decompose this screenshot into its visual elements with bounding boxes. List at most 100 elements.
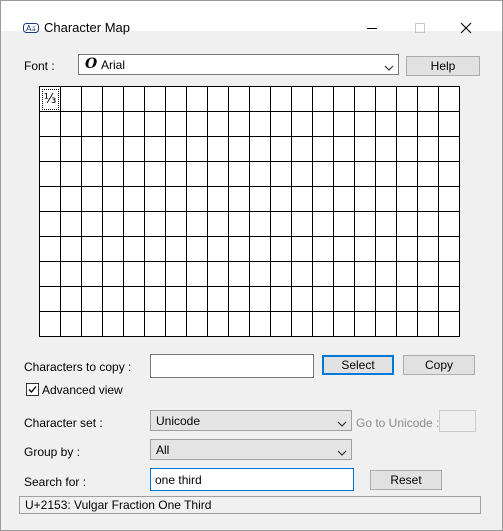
character-cell[interactable] bbox=[439, 112, 460, 137]
character-cell[interactable] bbox=[61, 212, 82, 237]
character-cell[interactable] bbox=[334, 287, 355, 312]
character-cell[interactable] bbox=[250, 137, 271, 162]
group-by-select[interactable]: All bbox=[150, 439, 352, 460]
character-cell[interactable] bbox=[103, 212, 124, 237]
character-cell[interactable] bbox=[124, 187, 145, 212]
character-cell[interactable] bbox=[82, 312, 103, 337]
character-cell[interactable] bbox=[439, 137, 460, 162]
character-cell[interactable] bbox=[376, 262, 397, 287]
character-cell[interactable] bbox=[376, 187, 397, 212]
character-cell[interactable] bbox=[166, 162, 187, 187]
character-cell[interactable] bbox=[292, 87, 313, 112]
character-cell[interactable] bbox=[166, 87, 187, 112]
character-cell[interactable] bbox=[124, 87, 145, 112]
character-cell[interactable] bbox=[313, 187, 334, 212]
character-cell[interactable] bbox=[355, 87, 376, 112]
character-cell[interactable] bbox=[313, 112, 334, 137]
character-cell[interactable] bbox=[334, 187, 355, 212]
character-cell[interactable] bbox=[61, 112, 82, 137]
character-cell[interactable] bbox=[313, 137, 334, 162]
character-cell[interactable] bbox=[355, 287, 376, 312]
character-cell[interactable] bbox=[292, 112, 313, 137]
character-cell[interactable] bbox=[103, 237, 124, 262]
character-cell[interactable] bbox=[397, 137, 418, 162]
character-cell[interactable] bbox=[124, 312, 145, 337]
character-cell[interactable] bbox=[250, 262, 271, 287]
character-cell[interactable] bbox=[418, 212, 439, 237]
character-cell[interactable] bbox=[61, 312, 82, 337]
character-cell[interactable] bbox=[82, 287, 103, 312]
character-cell[interactable] bbox=[40, 112, 61, 137]
character-cell[interactable] bbox=[313, 237, 334, 262]
character-cell[interactable] bbox=[292, 187, 313, 212]
character-cell[interactable] bbox=[271, 87, 292, 112]
character-cell[interactable] bbox=[103, 162, 124, 187]
character-cell[interactable] bbox=[166, 312, 187, 337]
character-cell[interactable] bbox=[250, 212, 271, 237]
character-cell[interactable] bbox=[397, 162, 418, 187]
character-cell[interactable] bbox=[397, 187, 418, 212]
character-cell[interactable] bbox=[250, 187, 271, 212]
character-cell[interactable] bbox=[145, 312, 166, 337]
character-cell[interactable] bbox=[439, 162, 460, 187]
character-cell[interactable] bbox=[187, 137, 208, 162]
character-cell[interactable] bbox=[250, 287, 271, 312]
character-cell[interactable] bbox=[145, 162, 166, 187]
character-cell[interactable] bbox=[334, 212, 355, 237]
character-cell[interactable] bbox=[40, 312, 61, 337]
character-cell[interactable] bbox=[145, 112, 166, 137]
character-cell[interactable] bbox=[166, 237, 187, 262]
character-cell[interactable] bbox=[355, 137, 376, 162]
character-cell[interactable] bbox=[187, 212, 208, 237]
character-cell[interactable] bbox=[40, 287, 61, 312]
copy-button[interactable]: Copy bbox=[403, 355, 475, 375]
character-cell[interactable] bbox=[124, 212, 145, 237]
character-cell[interactable] bbox=[208, 287, 229, 312]
character-cell[interactable] bbox=[355, 112, 376, 137]
character-cell[interactable] bbox=[271, 237, 292, 262]
character-cell[interactable] bbox=[292, 162, 313, 187]
character-cell[interactable] bbox=[439, 212, 460, 237]
character-cell[interactable] bbox=[229, 112, 250, 137]
character-cell[interactable] bbox=[292, 137, 313, 162]
character-cell[interactable] bbox=[82, 212, 103, 237]
character-cell[interactable] bbox=[229, 212, 250, 237]
close-button[interactable] bbox=[443, 13, 489, 43]
character-cell[interactable] bbox=[145, 287, 166, 312]
character-cell[interactable] bbox=[82, 137, 103, 162]
character-cell[interactable] bbox=[187, 312, 208, 337]
character-cell[interactable] bbox=[355, 162, 376, 187]
character-cell[interactable] bbox=[208, 212, 229, 237]
character-cell[interactable] bbox=[61, 162, 82, 187]
character-cell[interactable] bbox=[187, 162, 208, 187]
character-cell[interactable] bbox=[292, 212, 313, 237]
character-cell[interactable] bbox=[313, 312, 334, 337]
character-cell[interactable] bbox=[40, 187, 61, 212]
character-cell[interactable] bbox=[439, 187, 460, 212]
character-cell[interactable] bbox=[229, 237, 250, 262]
character-cell[interactable] bbox=[397, 262, 418, 287]
character-cell[interactable] bbox=[292, 237, 313, 262]
character-cell[interactable] bbox=[82, 112, 103, 137]
character-cell[interactable] bbox=[187, 262, 208, 287]
character-cell[interactable] bbox=[40, 212, 61, 237]
character-cell[interactable] bbox=[145, 87, 166, 112]
character-cell[interactable] bbox=[208, 137, 229, 162]
character-cell[interactable] bbox=[250, 237, 271, 262]
character-cell[interactable] bbox=[229, 137, 250, 162]
character-cell[interactable] bbox=[271, 137, 292, 162]
character-cell[interactable] bbox=[271, 212, 292, 237]
character-cell[interactable] bbox=[271, 112, 292, 137]
character-cell[interactable] bbox=[334, 162, 355, 187]
character-cell[interactable] bbox=[418, 287, 439, 312]
character-cell[interactable] bbox=[166, 262, 187, 287]
character-cell[interactable] bbox=[103, 262, 124, 287]
character-cell[interactable] bbox=[166, 112, 187, 137]
character-cell[interactable] bbox=[439, 312, 460, 337]
character-cell[interactable] bbox=[271, 187, 292, 212]
minimize-button[interactable] bbox=[349, 13, 395, 43]
character-cell[interactable] bbox=[355, 237, 376, 262]
character-cell[interactable] bbox=[208, 112, 229, 137]
character-cell[interactable] bbox=[418, 262, 439, 287]
character-cell[interactable] bbox=[103, 187, 124, 212]
